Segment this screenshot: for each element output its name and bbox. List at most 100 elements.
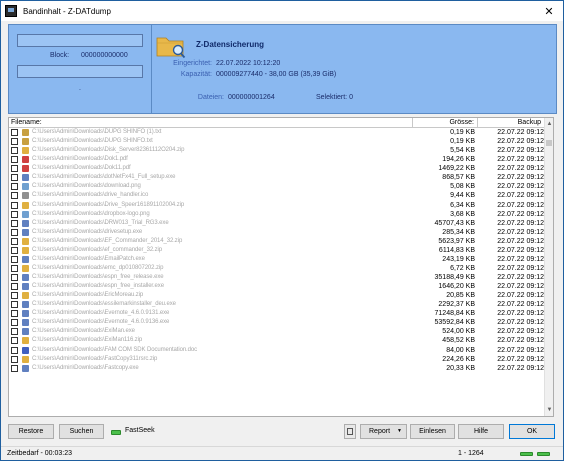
- row-checkbox[interactable]: [11, 337, 18, 345]
- row-checkbox[interactable]: [11, 237, 18, 245]
- table-row[interactable]: C:\Users\Admin\Downloads\Dok1.pdf 194,26 …: [9, 155, 545, 164]
- file-size: 194,26 KB: [442, 156, 475, 164]
- row-checkbox[interactable]: [11, 156, 18, 164]
- row-checkbox[interactable]: [11, 364, 18, 372]
- fastseek-label[interactable]: FastSeek: [125, 427, 155, 434]
- row-checkbox[interactable]: [11, 192, 18, 200]
- kapazitaet-label: Kapazität:: [180, 71, 212, 78]
- row-checkbox[interactable]: [11, 138, 18, 146]
- row-checkbox[interactable]: [11, 310, 18, 318]
- column-filename[interactable]: Filename:: [9, 118, 413, 128]
- table-row[interactable]: C:\Users\Admin\Downloads\espn_free_relea…: [9, 273, 545, 282]
- row-checkbox[interactable]: [11, 228, 18, 236]
- table-row[interactable]: C:\Users\Admin\Downloads\essilemarkinsta…: [9, 300, 545, 309]
- table-row[interactable]: C:\Users\Admin\Downloads\DUPG SHINFO.txt…: [9, 137, 545, 146]
- eingerichtet-label: Eingerichtet:: [173, 60, 212, 67]
- window-title: Bandinhalt - Z-DATdump: [23, 6, 111, 16]
- ok-button[interactable]: OK: [509, 424, 555, 439]
- file-name: C:\Users\Admin\Downloads\Evernote_4.6.0.…: [32, 319, 170, 326]
- column-backup[interactable]: Backup: [478, 118, 545, 128]
- table-row[interactable]: C:\Users\Admin\Downloads\espn_free_insta…: [9, 282, 545, 291]
- table-row[interactable]: C:\Users\Admin\Downloads\ExiMan116.zip 45…: [9, 336, 545, 345]
- file-name: C:\Users\Admin\Downloads\EricMoreau.zip: [32, 292, 144, 299]
- table-row[interactable]: C:\Users\Admin\Downloads\Fastcopy.exe 20,…: [9, 364, 545, 373]
- row-checkbox[interactable]: [11, 183, 18, 191]
- row-checkbox[interactable]: [11, 129, 18, 136]
- file-size: 0,19 KB: [450, 138, 475, 146]
- table-row[interactable]: C:\Users\Admin\Downloads\drivesetup.exe 2…: [9, 228, 545, 237]
- table-row[interactable]: C:\Users\Admin\Downloads\ef_commander_32…: [9, 246, 545, 255]
- file-name: C:\Users\Admin\Downloads\Dok1.pdf: [32, 156, 128, 163]
- row-checkbox[interactable]: [11, 283, 18, 291]
- restore-button[interactable]: Restore: [8, 424, 54, 439]
- hilfe-button[interactable]: Hilfe: [458, 424, 504, 439]
- file-name: C:\Users\Admin\Downloads\ExiMan116.zip: [32, 337, 143, 344]
- table-row[interactable]: C:\Users\Admin\Downloads\DUPG SHINFO (1)…: [9, 128, 545, 137]
- table-row[interactable]: C:\Users\Admin\Downloads\EricMoreau.zip 2…: [9, 291, 545, 300]
- close-button[interactable]: ✕: [535, 1, 563, 21]
- table-row[interactable]: C:\Users\Admin\Downloads\EF_Commander_20…: [9, 237, 545, 246]
- suchen-button[interactable]: Suchen: [59, 424, 104, 439]
- backup-date: 22.07.22 09:12: [497, 174, 544, 182]
- row-checkbox[interactable]: [11, 255, 18, 263]
- file-size: 20,33 KB: [446, 364, 475, 372]
- file-size: 20,85 KB: [446, 292, 475, 300]
- table-row[interactable]: C:\Users\Admin\Downloads\FastCopy311rsrc…: [9, 355, 545, 364]
- backup-date: 22.07.22 09:12: [497, 165, 544, 173]
- table-row[interactable]: C:\Users\Admin\Downloads\download.png 5,0…: [9, 182, 545, 191]
- row-checkbox[interactable]: [11, 201, 18, 209]
- file-name: C:\Users\Admin\Downloads\ExiMan.exe: [32, 328, 135, 335]
- row-checkbox[interactable]: [11, 274, 18, 281]
- title-bar[interactable]: Bandinhalt - Z-DATdump ✕: [1, 1, 563, 21]
- table-row[interactable]: C:\Users\Admin\Downloads\EmailPatch.exe 2…: [9, 255, 545, 264]
- row-checkbox[interactable]: [11, 210, 18, 218]
- row-checkbox[interactable]: [11, 292, 18, 300]
- vertical-scrollbar[interactable]: ▲ ▼: [544, 118, 553, 416]
- row-checkbox[interactable]: [11, 328, 18, 336]
- row-checkbox[interactable]: [11, 346, 18, 354]
- file-type-icon: [22, 346, 29, 354]
- file-type-icon: [22, 301, 29, 309]
- table-row[interactable]: C:\Users\Admin\Downloads\FAM COM SDK Doc…: [9, 346, 545, 355]
- backup-date: 22.07.22 09:12: [497, 237, 544, 245]
- file-list[interactable]: Filename: Grösse: Backup C:\Users\Admin\…: [8, 117, 554, 417]
- row-checkbox[interactable]: [11, 319, 18, 327]
- row-checkbox[interactable]: [11, 264, 18, 272]
- table-row[interactable]: C:\Users\Admin\Downloads\Dok11.pdf 1469,2…: [9, 164, 545, 173]
- row-checkbox[interactable]: [11, 174, 18, 182]
- file-name: C:\Users\Admin\Downloads\espn_free_insta…: [32, 283, 164, 290]
- block-label: Block:: [50, 52, 70, 59]
- row-checkbox[interactable]: [11, 246, 18, 254]
- row-checkbox[interactable]: [11, 165, 18, 173]
- table-row[interactable]: C:\Users\Admin\Downloads\Evernote_4.6.0.…: [9, 309, 545, 318]
- backup-date: 22.07.22 09:12: [497, 219, 544, 227]
- fastseek-indicator-icon[interactable]: [111, 430, 121, 435]
- table-row[interactable]: C:\Users\Admin\Downloads\drive_handler.i…: [9, 191, 545, 200]
- file-size: 3,68 KB: [450, 210, 475, 218]
- file-name: C:\Users\Admin\Downloads\ef_commander_32…: [32, 246, 162, 253]
- block-panel: Block: 000000000000 .: [9, 25, 152, 113]
- table-row[interactable]: C:\Users\Admin\Downloads\Drive_Speer1618…: [9, 201, 545, 210]
- column-groesse[interactable]: Grösse:: [413, 118, 478, 128]
- row-checkbox[interactable]: [11, 301, 18, 309]
- table-row[interactable]: C:\Users\Admin\Downloads\Disk_Server8236…: [9, 146, 545, 155]
- row-checkbox[interactable]: [11, 219, 18, 227]
- table-row[interactable]: C:\Users\Admin\Downloads\dropbox-logo.pn…: [9, 210, 545, 219]
- row-checkbox[interactable]: [11, 147, 18, 155]
- kapazitaet-value: 000009277440 - 38,00 GB (35,39 GiB): [216, 71, 337, 78]
- scroll-down-icon[interactable]: ▼: [545, 405, 553, 415]
- table-row[interactable]: C:\Users\Admin\Downloads\emc_dp010807202…: [9, 264, 545, 273]
- table-row[interactable]: C:\Users\Admin\Downloads\DRW013_Trial_RG…: [9, 219, 545, 228]
- scroll-thumb[interactable]: [546, 140, 552, 146]
- file-size: 71248,84 KB: [434, 310, 475, 318]
- file-size: 243,19 KB: [442, 255, 475, 263]
- table-row[interactable]: C:\Users\Admin\Downloads\Evernote_4.6.0.…: [9, 318, 545, 327]
- table-row[interactable]: C:\Users\Admin\Downloads\dotNetFx41_Full…: [9, 173, 545, 182]
- report-options-button[interactable]: [344, 424, 356, 439]
- einlesen-button[interactable]: Einlesen: [410, 424, 455, 439]
- report-button[interactable]: Report ▼: [360, 424, 407, 439]
- row-checkbox[interactable]: [11, 355, 18, 363]
- table-row[interactable]: C:\Users\Admin\Downloads\ExiMan.exe 524,0…: [9, 327, 545, 336]
- scroll-up-icon[interactable]: ▲: [545, 119, 553, 129]
- file-size: 6,34 KB: [450, 201, 475, 209]
